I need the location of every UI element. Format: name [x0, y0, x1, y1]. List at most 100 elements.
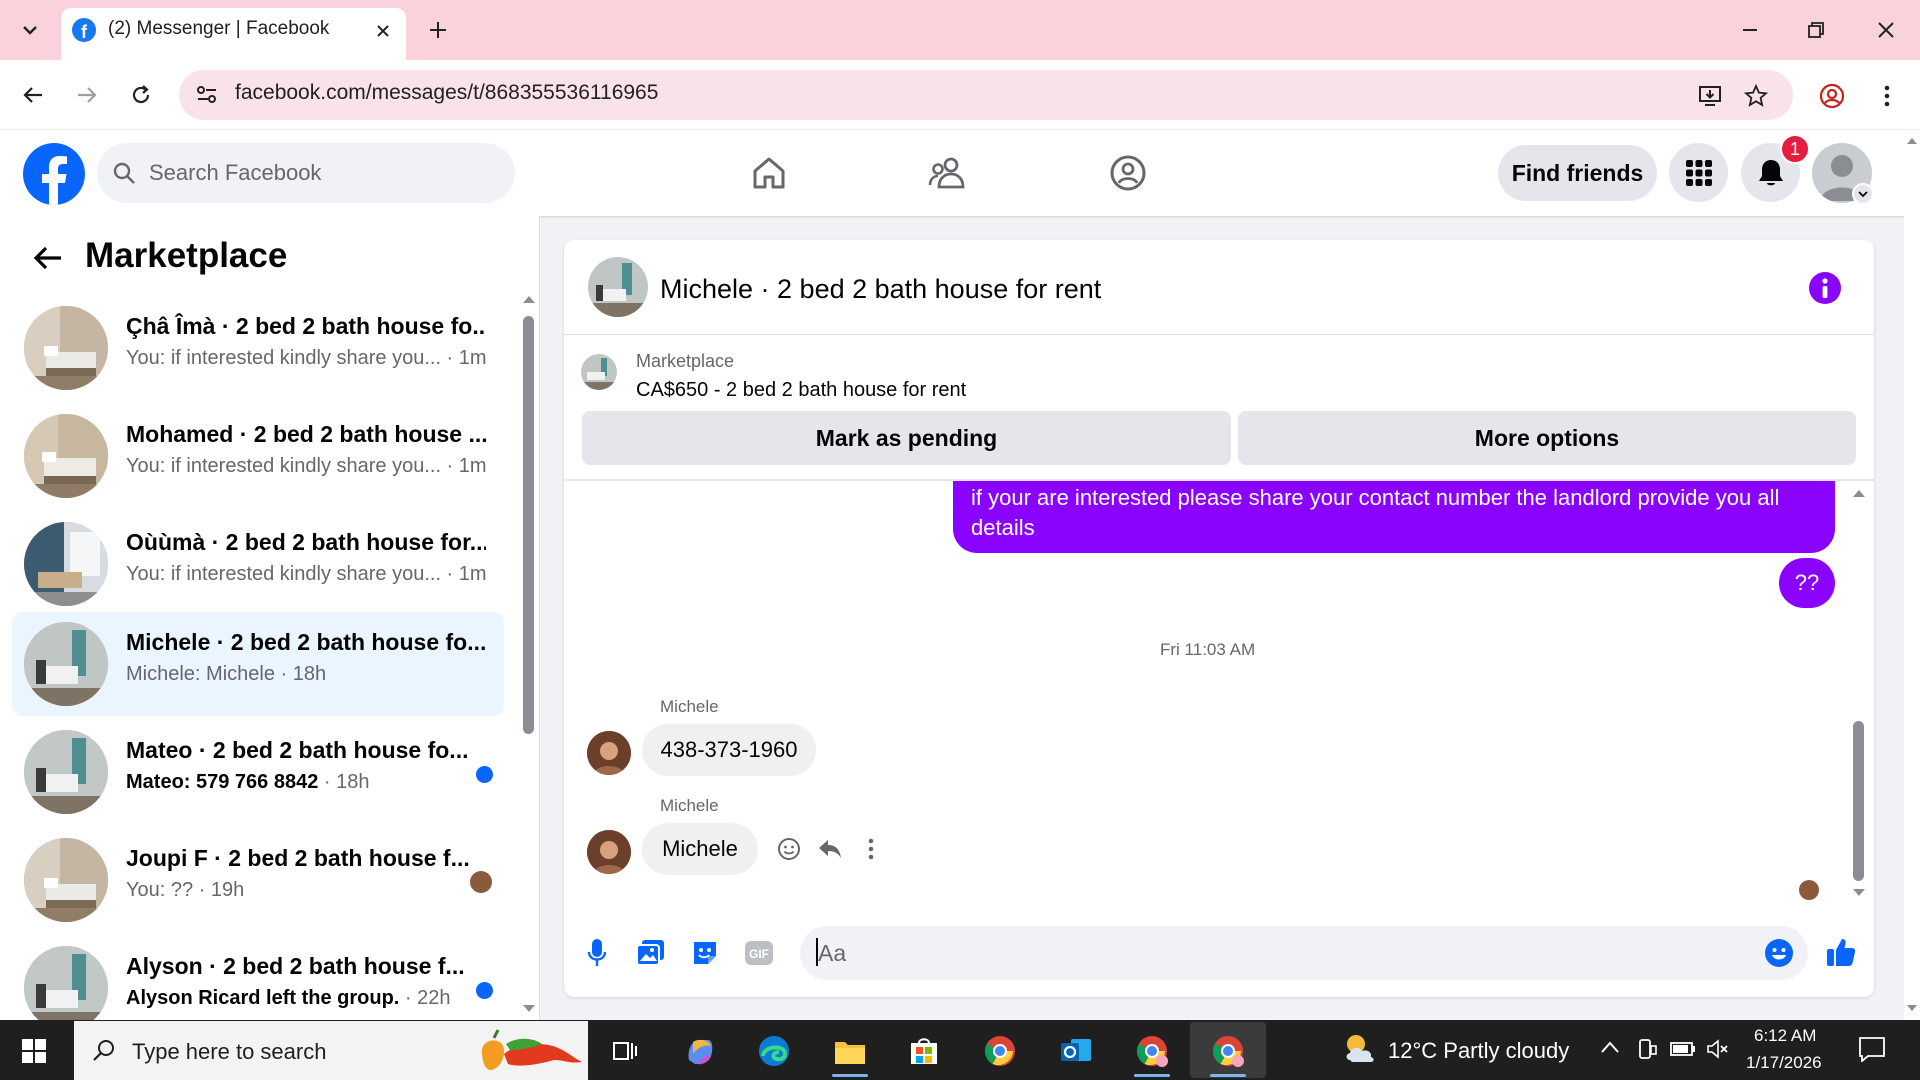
conversation-item[interactable]: Joupi F · 2 bed 2 bath house f... You: ?…	[12, 828, 504, 932]
outgoing-message-bubble[interactable]: ??	[1779, 558, 1835, 608]
react-emoji-icon[interactable]	[774, 834, 804, 864]
new-tab-plus-icon[interactable]	[422, 14, 454, 46]
read-receipt-avatar	[1799, 880, 1819, 900]
chrome-icon[interactable]	[980, 1031, 1020, 1071]
window-minimize-icon[interactable]	[1734, 14, 1766, 46]
gif-icon[interactable]: GIF	[742, 936, 776, 970]
emoji-picker-icon[interactable]	[1762, 936, 1796, 970]
svg-text:GIF: GIF	[749, 947, 769, 961]
listing-thumbnail	[24, 522, 108, 606]
edge-browser-icon[interactable]	[754, 1031, 794, 1071]
chat-scrollbar[interactable]	[1853, 721, 1864, 881]
conversation-item[interactable]: Çhâ Îmà · 2 bed 2 bath house fo... You: …	[12, 296, 504, 400]
chat-title[interactable]: Michele · 2 bed 2 bath house for rent	[660, 274, 1101, 305]
conversation-name: Mohamed · 2 bed 2 bath house ...	[126, 421, 486, 447]
show-hidden-icons-chevron-icon[interactable]	[1600, 1040, 1620, 1054]
incoming-message-bubble[interactable]: 438-373-1960	[642, 724, 816, 776]
more-actions-icon[interactable]	[858, 834, 884, 864]
window-close-icon[interactable]	[1870, 14, 1902, 46]
like-thumbs-up-icon[interactable]	[1822, 932, 1860, 972]
find-friends-button[interactable]: Find friends	[1498, 145, 1657, 201]
listing-thumbnail	[24, 622, 108, 706]
account-chevron-icon[interactable]	[1852, 183, 1874, 205]
scroll-down-arrow-icon[interactable]	[522, 1004, 536, 1014]
sender-avatar[interactable]	[587, 731, 631, 775]
chat-listing-avatar[interactable]	[588, 257, 648, 317]
device-icon[interactable]	[1636, 1038, 1658, 1060]
preview-time: · 18h	[274, 663, 327, 685]
tab-search-chevron-icon[interactable]	[14, 14, 46, 46]
menu-grid-button[interactable]	[1669, 143, 1728, 202]
tab-close-icon[interactable]	[370, 18, 396, 44]
volume-muted-icon[interactable]	[1706, 1038, 1730, 1060]
conversation-name: Alyson · 2 bed 2 bath house f...	[126, 953, 465, 979]
listing-thumbnail	[24, 946, 108, 1020]
chat-scroll-up-icon[interactable]	[1852, 488, 1866, 498]
incoming-message-bubble[interactable]: Michele	[642, 823, 758, 875]
taskbar-clock-date[interactable]: 1/17/2026	[1746, 1053, 1822, 1073]
scroll-up-arrow-icon[interactable]	[522, 294, 536, 304]
mark-as-pending-button[interactable]: Mark as pending	[582, 411, 1231, 465]
forward-arrow-icon[interactable]	[70, 78, 104, 112]
site-settings-icon[interactable]	[192, 80, 222, 110]
reload-icon[interactable]	[124, 78, 158, 112]
windows-start-icon[interactable]	[14, 1032, 54, 1070]
conversation-item[interactable]: Mohamed · 2 bed 2 bath house ... You: if…	[12, 404, 504, 508]
conversation-item[interactable]: Oùùmà · 2 bed 2 bath house for... You: i…	[12, 512, 504, 616]
groups-nav-icon[interactable]	[1103, 148, 1153, 198]
task-view-icon[interactable]	[604, 1031, 644, 1071]
install-app-icon[interactable]	[1694, 80, 1726, 112]
microsoft-store-icon[interactable]	[904, 1031, 944, 1071]
conversation-list-scrollbar[interactable]	[523, 316, 534, 734]
preview-text: You: if interested kindly share you...	[126, 455, 441, 477]
message-input-placeholder: Aa	[818, 940, 847, 966]
browser-menu-icon[interactable]	[1872, 80, 1902, 112]
friends-nav-icon[interactable]	[922, 148, 972, 198]
battery-icon[interactable]	[1670, 1042, 1696, 1056]
page-scroll-up-icon[interactable]	[1906, 136, 1918, 145]
chat-scroll-down-icon[interactable]	[1852, 888, 1866, 898]
weather-text[interactable]: 12°C Partly cloudy	[1388, 1038, 1569, 1064]
preview-time: · 22h	[399, 987, 451, 1009]
page-scrollbar-track	[1904, 130, 1920, 1020]
window-restore-icon[interactable]	[1800, 14, 1832, 46]
marketplace-label: Marketplace	[636, 351, 735, 371]
conversation-item[interactable]: Alyson · 2 bed 2 bath house f... Alyson …	[12, 936, 504, 1020]
preview-text: Alyson Ricard left the group.	[126, 987, 400, 1009]
taskbar-clock-time[interactable]: 6:12 AM	[1754, 1026, 1816, 1046]
panel-title: Marketplace	[85, 236, 288, 275]
notification-count-badge: 1	[1780, 134, 1810, 164]
file-explorer-icon[interactable]	[830, 1031, 870, 1071]
back-arrow-icon[interactable]	[28, 238, 68, 278]
conversation-preview: You: ?? · 19h	[126, 879, 244, 902]
page-scroll-down-icon[interactable]	[1906, 1004, 1918, 1013]
chrome-active-icon[interactable]	[1208, 1031, 1248, 1071]
message-input[interactable]	[800, 926, 1808, 980]
info-icon[interactable]	[1809, 272, 1841, 304]
listing-title[interactable]: CA$650 - 2 bed 2 bath house for rent	[636, 379, 966, 402]
reply-icon[interactable]	[815, 834, 845, 864]
more-options-button[interactable]: More options	[1238, 411, 1856, 465]
microphone-icon[interactable]	[582, 936, 612, 970]
photo-attach-icon[interactable]	[634, 936, 668, 970]
chrome-profile-icon[interactable]	[1132, 1031, 1172, 1071]
sender-avatar[interactable]	[587, 830, 631, 874]
profile-icon[interactable]	[1816, 80, 1848, 112]
preview-text: Mateo: 579 766 8842	[126, 771, 319, 793]
notification-center-icon[interactable]	[1858, 1036, 1886, 1062]
back-arrow-icon[interactable]	[16, 78, 50, 112]
copilot-app-icon[interactable]	[680, 1031, 720, 1071]
conversation-item-active[interactable]: Michele · 2 bed 2 bath house fo... Miche…	[12, 612, 504, 716]
peppers-search-highlight-icon	[474, 1024, 584, 1078]
outgoing-message-bubble[interactable]: if your are interested please share your…	[953, 481, 1835, 553]
sticker-icon[interactable]	[688, 936, 722, 970]
outlook-icon[interactable]	[1056, 1031, 1096, 1071]
facebook-logo-icon[interactable]	[23, 143, 85, 205]
preview-text: Michele: Michele	[126, 663, 275, 685]
preview-text: You: ??	[126, 879, 194, 901]
home-nav-icon[interactable]	[744, 148, 794, 198]
bookmark-star-icon[interactable]	[1740, 80, 1772, 112]
conversation-item[interactable]: Mateo · 2 bed 2 bath house fo... Mateo: …	[12, 720, 504, 824]
partly-cloudy-weather-icon[interactable]	[1340, 1030, 1380, 1068]
conversation-name: Mateo · 2 bed 2 bath house fo...	[126, 737, 469, 763]
